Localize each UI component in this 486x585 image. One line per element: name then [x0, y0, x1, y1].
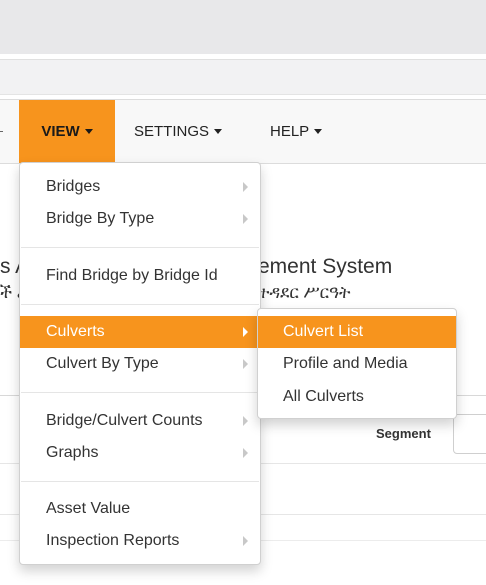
header-strip: [0, 59, 486, 95]
chevron-right-icon: [243, 536, 248, 546]
menu-item-bridge-by-type[interactable]: Bridge By Type: [20, 203, 260, 235]
menu-item-inspection-reports[interactable]: Inspection Reports: [20, 525, 260, 557]
caret-down-icon: [84, 128, 93, 134]
segment-label: Segment: [376, 426, 431, 441]
submenu-item-culvert-list[interactable]: Culvert List: [258, 316, 456, 348]
menu-item-label: Bridges: [46, 178, 101, 195]
menu-item-label: Find Bridge by Bridge Id: [46, 267, 218, 284]
menu-item-label: Graphs: [46, 444, 99, 461]
submenu-item-label: Profile and Media: [283, 355, 408, 372]
menu-item-label: Culverts: [46, 323, 105, 340]
segment-input[interactable]: [453, 414, 486, 454]
chevron-right-icon: [243, 182, 248, 192]
menu-divider: [21, 304, 259, 305]
chevron-right-icon: [243, 214, 248, 224]
nav-view[interactable]: VIEW: [19, 100, 115, 163]
menu-divider: [21, 392, 259, 393]
nav-settings[interactable]: SETTINGS: [134, 100, 223, 163]
chevron-right-icon: [243, 448, 248, 458]
menu-item-culverts[interactable]: Culverts: [20, 316, 260, 348]
submenu-item-label: Culvert List: [283, 323, 364, 340]
browser-top-strip: [0, 0, 486, 54]
menu-item-label: Bridge By Type: [46, 210, 155, 227]
nav-help-label: HELP: [270, 123, 310, 140]
submenu-item-label: All Culverts: [283, 388, 364, 405]
page-title-right-fragment: ement System: [258, 255, 393, 278]
submenu-item-profile-and-media[interactable]: Profile and Media: [258, 348, 456, 380]
menu-item-asset-value[interactable]: Asset Value: [20, 493, 260, 525]
menu-divider: [21, 247, 259, 248]
caret-down-icon: [314, 128, 323, 134]
menu-item-label: Culvert By Type: [46, 355, 159, 372]
page-subtitle-right-fragment: ተዳደር ሥርዓት: [258, 283, 351, 302]
menu-item-find-bridge[interactable]: Find Bridge by Bridge Id: [20, 260, 260, 292]
chevron-right-icon: [243, 359, 248, 369]
nav-settings-label: SETTINGS: [134, 123, 210, 140]
menu-divider: [21, 481, 259, 482]
chevron-right-icon: [243, 327, 248, 337]
nav-help[interactable]: HELP: [270, 100, 323, 163]
nav-edge-caret[interactable]: [0, 100, 3, 163]
menu-item-culvert-by-type[interactable]: Culvert By Type: [20, 348, 260, 380]
menu-item-graphs[interactable]: Graphs: [20, 437, 260, 469]
culverts-submenu: Culvert List Profile and Media All Culve…: [257, 308, 457, 419]
nav-view-label: VIEW: [41, 123, 80, 140]
menu-item-label: Bridge/Culvert Counts: [46, 412, 203, 429]
menu-item-bridges[interactable]: Bridges: [20, 171, 260, 203]
main-navbar: VIEW SETTINGS HELP: [0, 99, 486, 164]
submenu-item-all-culverts[interactable]: All Culverts: [258, 381, 456, 413]
caret-down-icon: [214, 128, 223, 134]
menu-item-label: Inspection Reports: [46, 532, 180, 549]
chevron-right-icon: [243, 416, 248, 426]
view-dropdown-menu: Bridges Bridge By Type Find Bridge by Br…: [19, 162, 261, 565]
menu-item-bridge-culvert-counts[interactable]: Bridge/Culvert Counts: [20, 405, 260, 437]
menu-item-label: Asset Value: [46, 500, 131, 517]
